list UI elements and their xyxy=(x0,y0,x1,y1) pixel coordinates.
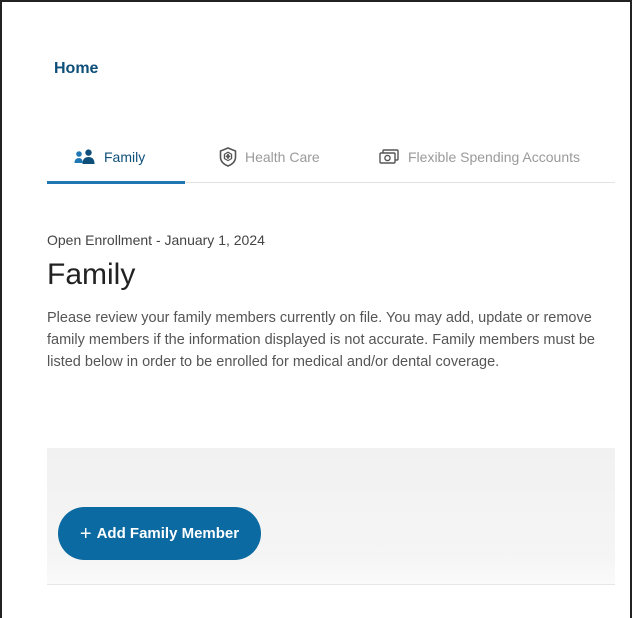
tab-family[interactable]: Family xyxy=(47,130,185,184)
family-icon xyxy=(74,148,96,165)
tab-health-care[interactable]: Health Care xyxy=(219,130,320,183)
tab-family-label: Family xyxy=(104,148,146,165)
family-action-panel: + Add Family Member xyxy=(47,448,615,585)
plus-icon: + xyxy=(79,522,92,545)
tab-bar: Family Health Care Flexible Spending Acc… xyxy=(47,130,615,184)
add-family-member-button[interactable]: + Add Family Member xyxy=(58,507,261,560)
enrollment-period-label: Open Enrollment - January 1, 2024 xyxy=(47,232,265,248)
tab-health-care-label: Health Care xyxy=(245,148,320,165)
home-link[interactable]: Home xyxy=(54,60,98,78)
tab-flexible-spending-accounts[interactable]: Flexible Spending Accounts xyxy=(378,130,580,183)
money-icon xyxy=(378,148,400,165)
intro-description: Please review your family members curren… xyxy=(47,310,595,370)
page-frame: Home Family Health Care Flexible Spendin… xyxy=(0,0,632,618)
add-family-member-label: Add Family Member xyxy=(96,525,240,542)
tab-flexible-spending-accounts-label: Flexible Spending Accounts xyxy=(408,148,580,165)
page-title: Family xyxy=(47,258,136,291)
shield-cross-icon xyxy=(219,146,237,167)
